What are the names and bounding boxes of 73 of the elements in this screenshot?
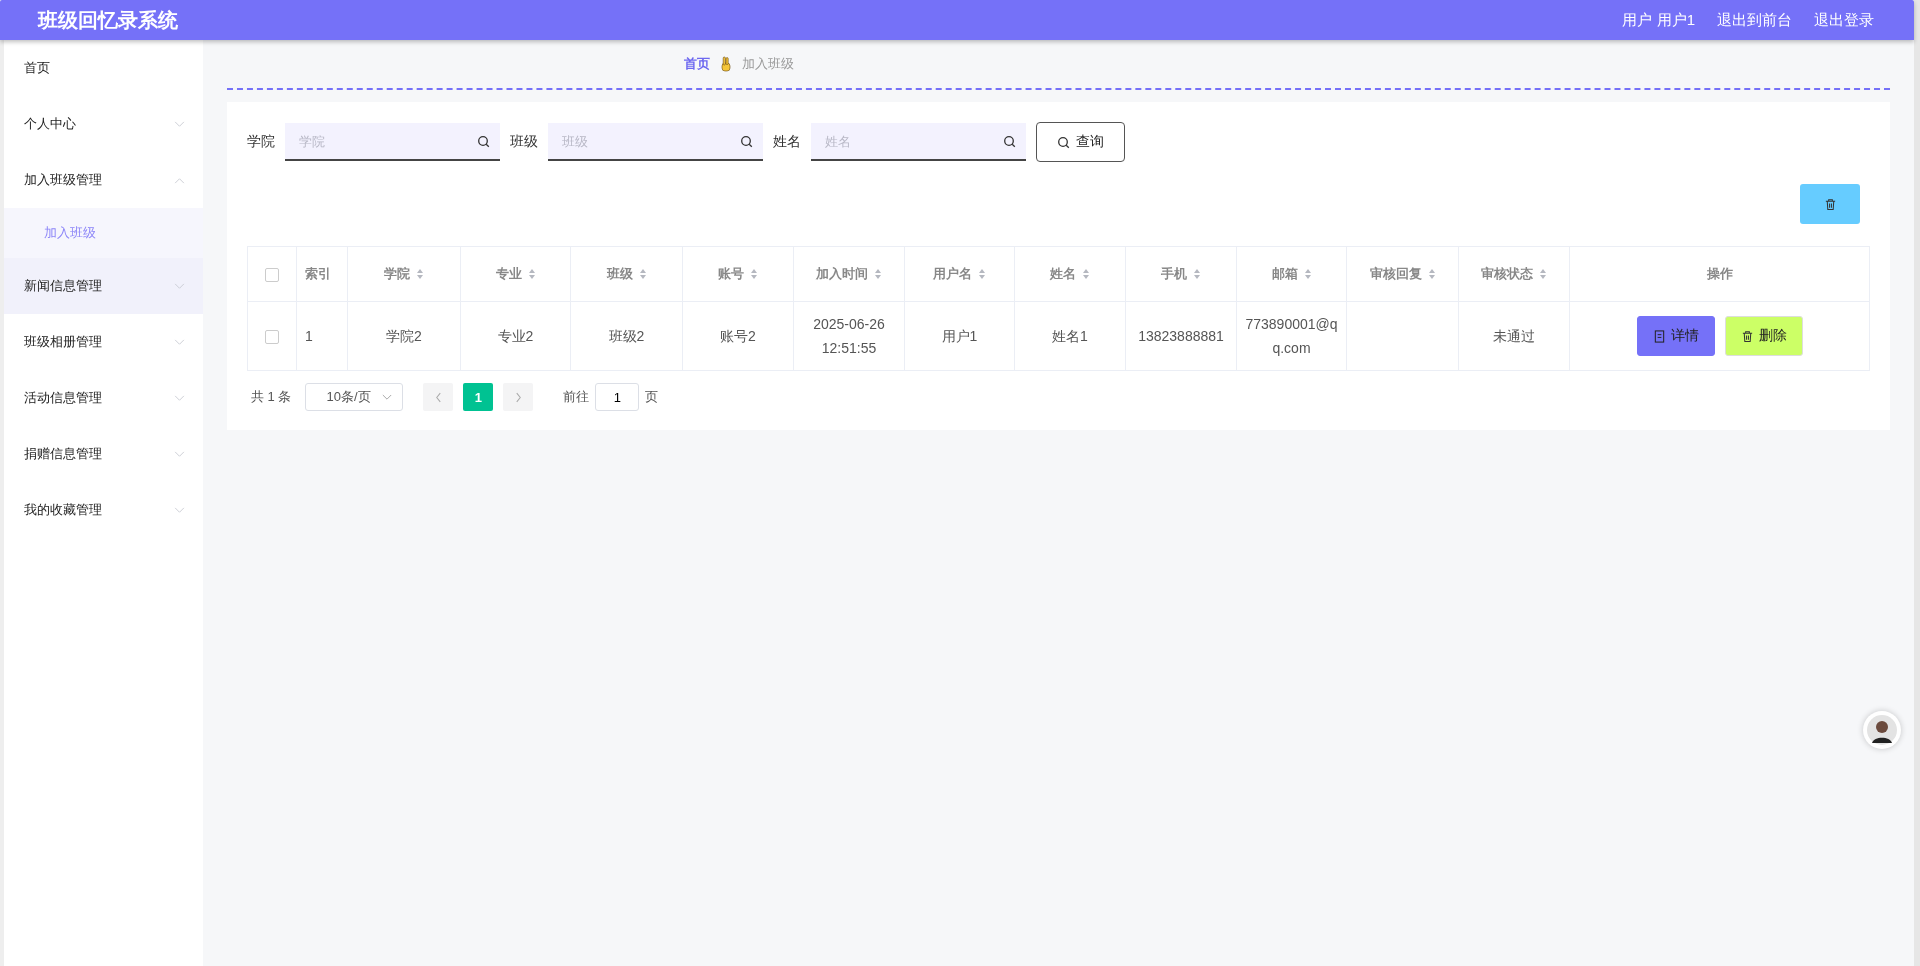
table-cell: 773890001@qq.com xyxy=(1245,316,1338,356)
search-icon xyxy=(1003,134,1016,148)
chevron-down-icon xyxy=(382,393,393,401)
sidebar-item[interactable]: 加入班级管理 xyxy=(4,152,203,208)
sidebar-item[interactable]: 新闻信息管理 xyxy=(4,258,203,314)
search-button[interactable]: 查询 xyxy=(1036,122,1125,162)
page-size-select[interactable]: 10条/页 xyxy=(305,383,404,411)
sidebar-item[interactable]: 我的收藏管理 xyxy=(4,482,203,538)
chevron-down-icon xyxy=(174,338,185,346)
page-suffix: 页 xyxy=(645,388,659,406)
total-count: 共 1 条 xyxy=(251,388,292,406)
table-cell: 13823888881 xyxy=(1138,328,1224,344)
table-cell: 账号2 xyxy=(720,328,756,344)
header-link[interactable]: 退出登录 xyxy=(1814,10,1874,30)
chevron-up-icon xyxy=(174,176,185,184)
avatar-icon[interactable] xyxy=(1863,711,1901,749)
table-cell: 1 xyxy=(305,328,313,344)
search-icon xyxy=(477,134,490,148)
checkbox[interactable] xyxy=(265,267,279,282)
chevron-left-icon xyxy=(434,391,442,403)
column-header: 学院 xyxy=(384,265,410,283)
delete-button[interactable]: 删除 xyxy=(1724,316,1803,356)
column-header: 用户名 xyxy=(933,265,972,283)
table-cell: 未通过 xyxy=(1493,328,1535,344)
sidebar-item[interactable]: 班级相册管理 xyxy=(4,314,203,370)
trash-icon xyxy=(1823,197,1837,211)
column-header: 专业 xyxy=(495,265,522,283)
checkbox[interactable] xyxy=(265,330,279,345)
trash-icon xyxy=(1740,329,1754,343)
search-icon xyxy=(1057,135,1070,149)
table-cell: 专业2 xyxy=(497,328,534,344)
breadcrumb-item[interactable]: 首页 xyxy=(683,55,710,73)
chevron-down-icon xyxy=(174,450,185,458)
sidebar-item[interactable]: 活动信息管理 xyxy=(4,370,203,426)
chevron-down-icon xyxy=(174,282,185,290)
column-header: 手机 xyxy=(1161,265,1187,283)
chevron-down-icon xyxy=(174,120,185,128)
hand-icon xyxy=(719,56,732,72)
chevron-down-icon xyxy=(174,394,185,402)
table-cell: 姓名1 xyxy=(1052,328,1088,344)
app-title: 班级回忆录系统 xyxy=(38,7,178,33)
column-header: 操作 xyxy=(1706,265,1733,283)
previous-page-button[interactable] xyxy=(423,383,454,411)
table-cell: 学院2 xyxy=(386,328,422,344)
search-icon xyxy=(740,134,753,148)
sidebar-item[interactable]: 首页 xyxy=(4,40,203,96)
sidebar-item[interactable]: 捐赠信息管理 xyxy=(4,426,203,482)
breadcrumb-item: 加入班级 xyxy=(741,55,794,73)
column-header: 审核回复 xyxy=(1369,265,1422,283)
document-icon xyxy=(1652,329,1666,343)
column-header: 账号 xyxy=(718,265,744,283)
chevron-down-icon xyxy=(174,506,185,514)
column-header: 索引 xyxy=(305,265,331,283)
goto-label: 前往 xyxy=(563,388,590,406)
table-cell: 2025-06-26 12:51:55 xyxy=(813,316,885,356)
column-header: 加入时间 xyxy=(816,265,868,283)
column-header: 邮箱 xyxy=(1271,265,1298,283)
table-cell: 用户1 xyxy=(941,328,978,344)
sidebar-item[interactable]: 个人中心 xyxy=(4,96,203,152)
column-header: 班级 xyxy=(606,265,633,283)
table-cell: 班级2 xyxy=(608,328,645,344)
delete-button[interactable] xyxy=(1800,184,1860,224)
column-header: 姓名 xyxy=(1050,265,1076,283)
next-page-button[interactable] xyxy=(503,383,534,411)
field-label: 班级 xyxy=(510,133,538,151)
page-input[interactable]: 1 xyxy=(595,383,640,411)
column-header: 审核状态 xyxy=(1481,265,1533,283)
header-link[interactable]: 退出到前台 xyxy=(1717,10,1792,30)
field-label: 姓名 xyxy=(773,133,801,151)
user-name: 用户 用户1 xyxy=(1622,10,1695,30)
field-label: 学院 xyxy=(247,133,275,151)
chevron-right-icon xyxy=(514,391,522,403)
detail-button[interactable]: 详情 xyxy=(1636,316,1715,356)
